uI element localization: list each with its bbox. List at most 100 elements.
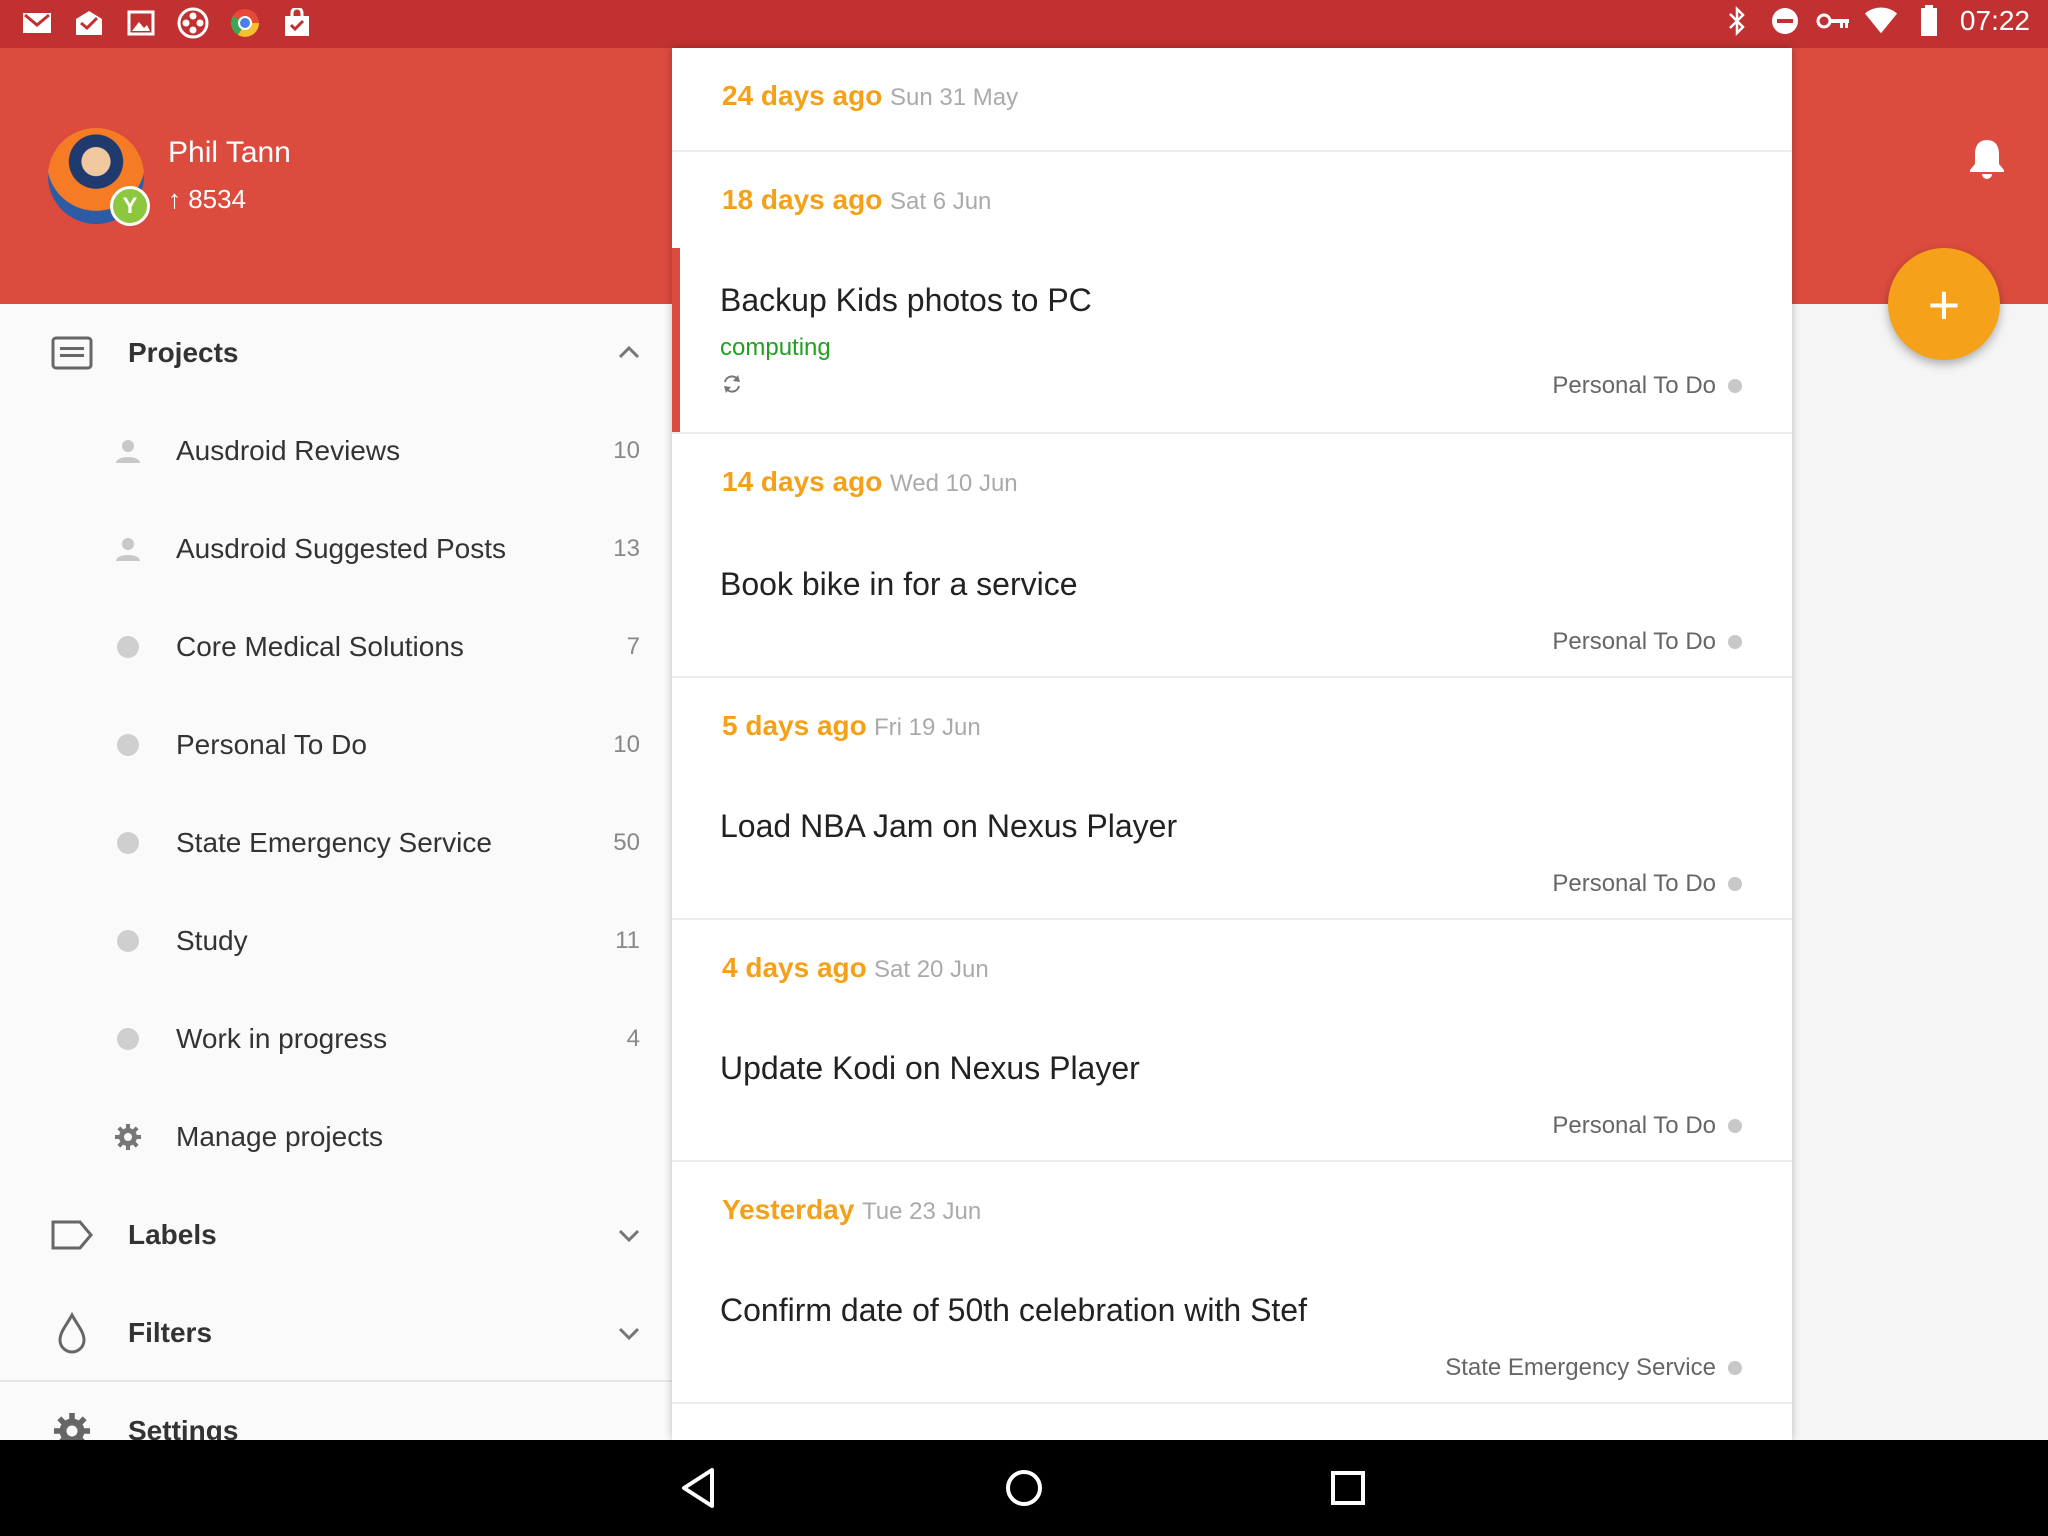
chevron-down-icon[interactable] (614, 1318, 644, 1348)
task-title: Update Kodi on Nexus Player (720, 1050, 1140, 1086)
task-project: Personal To Do (1552, 628, 1742, 656)
project-count: 7 (626, 633, 640, 660)
task-project-name: Personal To Do (1552, 372, 1716, 399)
nav-projects-label: Projects (128, 337, 239, 368)
project-item-ausdroid-suggested-posts[interactable]: Ausdroid Suggested Posts 13 (0, 500, 672, 598)
project-name: State Emergency Service (176, 827, 492, 858)
nav-labels[interactable]: Labels (0, 1186, 672, 1284)
task-label[interactable]: computing (720, 334, 831, 362)
project-item-core-medical-solutions[interactable]: Core Medical Solutions 7 (0, 598, 672, 696)
date-header: 14 days ago Wed 10 Jun (672, 434, 1792, 536)
priority-indicator (672, 248, 680, 432)
task-item[interactable]: Confirm date of 50th celebration with St… (672, 1262, 1792, 1402)
manage-projects-button[interactable]: Manage projects (0, 1088, 672, 1186)
back-icon[interactable] (676, 1464, 724, 1512)
chrome-icon (228, 6, 262, 40)
task-project-name: Personal To Do (1552, 870, 1716, 897)
nav-filters-label: Filters (128, 1317, 213, 1348)
battery-icon (1912, 4, 1946, 38)
task-project: State Emergency Service (1445, 1354, 1742, 1382)
divider (672, 1402, 1792, 1404)
absolute-date: Wed 10 Jun (890, 470, 1018, 497)
task-item[interactable]: Load NBA Jam on Nexus Player Personal To… (672, 778, 1792, 918)
task-project-name: State Emergency Service (1445, 1354, 1716, 1381)
gear-icon (48, 1407, 96, 1440)
task-project: Personal To Do (1552, 870, 1742, 898)
relative-date: 14 days ago (722, 466, 883, 497)
project-name: Core Medical Solutions (176, 631, 464, 662)
gallery-icon (124, 6, 158, 40)
nav-filters[interactable]: Filters (0, 1284, 672, 1382)
project-color-dot (112, 827, 144, 859)
project-item-study[interactable]: Study 11 (0, 892, 672, 990)
project-name: Study (176, 925, 248, 956)
chevron-up-icon[interactable] (614, 338, 644, 368)
add-task-button[interactable]: + (1888, 248, 2000, 360)
status-bar: 07:22 (0, 0, 2048, 48)
wifi-icon (1864, 4, 1898, 38)
absolute-date: Tue 23 Jun (862, 1198, 982, 1225)
user-name: Phil Tann (168, 136, 291, 169)
task-item[interactable]: Book bike in for a service Personal To D… (672, 536, 1792, 676)
relative-date: 24 days ago (722, 80, 883, 111)
task-project-name: Personal To Do (1552, 628, 1716, 655)
task-project: Personal To Do (1552, 372, 1742, 400)
task-item[interactable]: Update Kodi on Nexus Player Personal To … (672, 1020, 1792, 1160)
project-item-ausdroid-reviews[interactable]: Ausdroid Reviews 10 (0, 402, 672, 500)
project-color-dot (1728, 877, 1742, 891)
project-name: Work in progress (176, 1023, 388, 1054)
project-color-dot (112, 631, 144, 663)
project-count: 50 (613, 829, 640, 856)
relative-date: 18 days ago (722, 184, 883, 215)
date-header: 24 days ago Sun 31 May (672, 48, 1792, 150)
recent-apps-icon[interactable] (1324, 1464, 1372, 1512)
nav-projects[interactable]: Projects (0, 304, 672, 402)
task-project: Personal To Do (1552, 1112, 1742, 1140)
project-color-dot (112, 1023, 144, 1055)
inbox-icon (72, 6, 106, 40)
project-color-dot (112, 925, 144, 957)
clock: 07:22 (1959, 5, 2030, 36)
absolute-date: Sat 6 Jun (890, 188, 992, 215)
project-name: Ausdroid Suggested Posts (176, 533, 506, 564)
task-title: Book bike in for a service (720, 566, 1078, 602)
person-icon (112, 533, 144, 565)
home-icon[interactable] (1000, 1464, 1048, 1512)
project-color-dot (1728, 1361, 1742, 1375)
project-name: Personal To Do (176, 729, 367, 760)
project-count: 4 (626, 1025, 640, 1052)
navigation-drawer: Projects Ausdroid Reviews 10 Ausdroid Su… (0, 304, 672, 1440)
absolute-date: Sat 20 Jun (874, 956, 989, 983)
relative-date: Yesterday (722, 1194, 855, 1225)
chevron-down-icon[interactable] (614, 1220, 644, 1250)
project-count: 10 (613, 437, 640, 464)
notifications-bell-icon[interactable] (1964, 136, 2010, 182)
absolute-date: Fri 19 Jun (874, 714, 981, 741)
project-color-dot (112, 729, 144, 761)
projects-icon (48, 329, 96, 377)
nav-labels-label: Labels (128, 1219, 217, 1250)
project-item-state-emergency-service[interactable]: State Emergency Service 50 (0, 794, 672, 892)
karma-badge-icon: Y (110, 186, 150, 226)
task-item[interactable]: Backup Kids photos to PC computing Perso… (672, 248, 1792, 432)
film-reel-icon (176, 6, 210, 40)
project-name: Ausdroid Reviews (176, 435, 401, 466)
project-item-work-in-progress[interactable]: Work in progress 4 (0, 990, 672, 1088)
shopping-bag-icon (280, 6, 314, 40)
project-color-dot (1728, 635, 1742, 649)
do-not-disturb-icon (1768, 4, 1802, 38)
nav-settings[interactable]: Settings (0, 1382, 672, 1440)
task-title: Load NBA Jam on Nexus Player (720, 808, 1178, 844)
overdue-tasks-list: 24 days ago Sun 31 May 18 days ago Sat 6… (672, 48, 1792, 1440)
project-color-dot (1728, 379, 1742, 393)
recurring-icon (720, 372, 744, 396)
nav-settings-label: Settings (128, 1415, 239, 1440)
bluetooth-icon (1720, 4, 1754, 38)
project-count: 10 (613, 731, 640, 758)
manage-projects-label: Manage projects (176, 1121, 384, 1152)
relative-date: 5 days ago (722, 710, 867, 741)
project-item-personal-to-do[interactable]: Personal To Do 10 (0, 696, 672, 794)
gmail-icon (20, 6, 54, 40)
date-header: 4 days ago Sat 20 Jun (672, 920, 1792, 1022)
karma-score: ↑ 8534 (168, 184, 247, 214)
